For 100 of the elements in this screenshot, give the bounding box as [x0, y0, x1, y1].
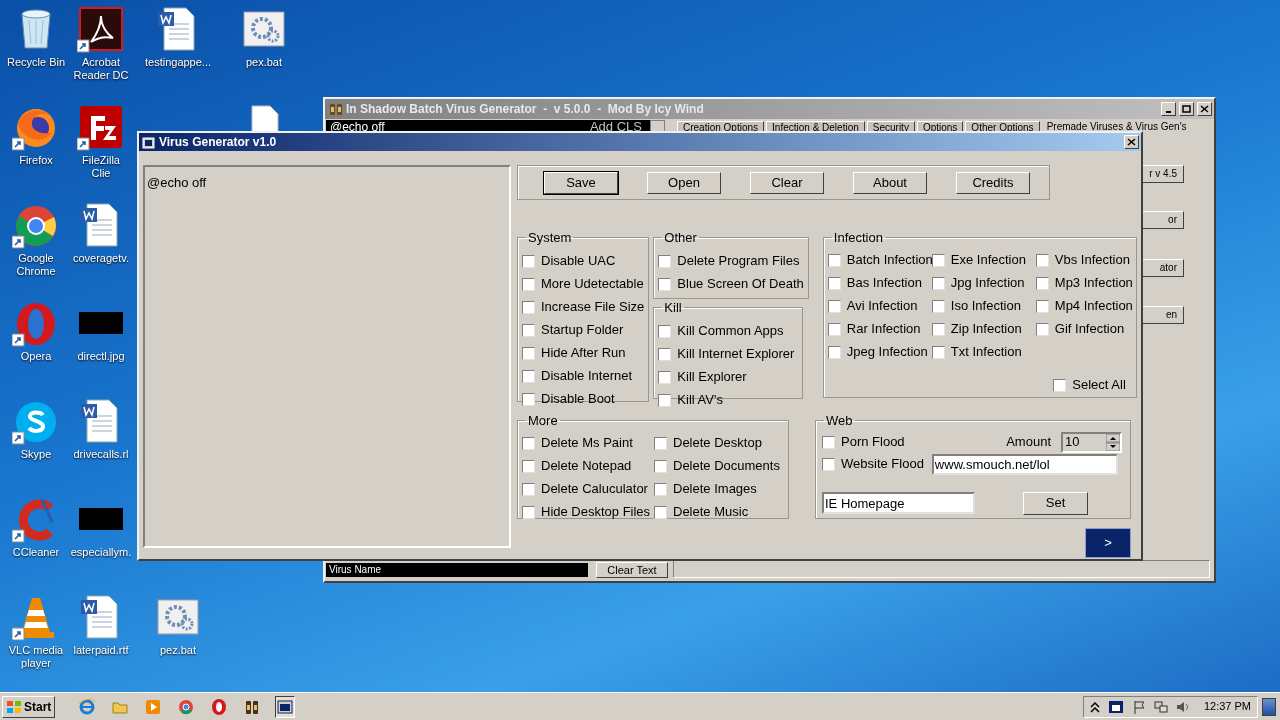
- checkbox[interactable]: [827, 253, 841, 267]
- clear-text-button[interactable]: Clear Text: [596, 562, 668, 578]
- minimize-button[interactable]: [1161, 102, 1176, 116]
- icon-label[interactable]: especiallym.: [70, 546, 132, 559]
- icon-label[interactable]: Acrobat Reader DC: [72, 56, 130, 82]
- checkbox[interactable]: [1035, 253, 1049, 267]
- checkbox[interactable]: [1053, 378, 1067, 392]
- checkbox[interactable]: [1035, 322, 1049, 336]
- checkbox[interactable]: [522, 369, 535, 383]
- checkbox[interactable]: [1035, 276, 1049, 290]
- opera-icon: [210, 697, 229, 716]
- toolbar-button[interactable]: Save: [544, 171, 618, 194]
- checkbox[interactable]: [522, 482, 535, 496]
- option-label: Delete Desktop: [673, 434, 762, 453]
- icon-label[interactable]: directl.jpg: [77, 350, 125, 363]
- option-label: More Udetectable: [541, 275, 644, 294]
- chevron-up-icon[interactable]: [1089, 700, 1100, 713]
- spinner-arrows-icon[interactable]: [1106, 433, 1120, 451]
- checkbox[interactable]: [658, 324, 672, 338]
- window-title: In Shadow Batch Virus Generator - v 5.0.0 - Mod By Icy Wind: [346, 101, 705, 118]
- checkbox[interactable]: [822, 435, 835, 449]
- script-text-area[interactable]: @echo off: [143, 165, 511, 548]
- icon-label[interactable]: Skype: [20, 448, 52, 461]
- checkbox[interactable]: [827, 322, 841, 336]
- checkbox[interactable]: [827, 276, 841, 290]
- icon-label[interactable]: Opera: [20, 350, 52, 363]
- option-label: Avi Infection: [846, 297, 918, 316]
- close-button[interactable]: [1124, 135, 1139, 149]
- icon-label[interactable]: drivecalls.rl: [73, 448, 129, 461]
- checkbox[interactable]: [658, 370, 672, 384]
- checkbox[interactable]: [658, 393, 672, 407]
- icon-label[interactable]: pex.bat: [245, 56, 283, 69]
- checkbox[interactable]: [522, 346, 535, 360]
- filezilla-icon[interactable]: [77, 104, 125, 152]
- speaker-icon[interactable]: [1175, 699, 1190, 714]
- checkbox[interactable]: [658, 254, 672, 268]
- name-field[interactable]: Virus Name: [326, 563, 588, 577]
- group-title: Other: [663, 229, 698, 247]
- icon-label[interactable]: VLC media player: [0, 644, 72, 670]
- checkbox[interactable]: [658, 347, 672, 361]
- checkbox[interactable]: [1035, 299, 1049, 313]
- checkbox[interactable]: [522, 277, 535, 291]
- checkbox[interactable]: [931, 299, 945, 313]
- close-icon: [1200, 105, 1209, 113]
- checkbox[interactable]: [827, 299, 841, 313]
- checkbox[interactable]: [931, 322, 945, 336]
- start-button[interactable]: Start: [2, 695, 56, 718]
- url-field[interactable]: www.smouch.net/lol: [931, 453, 1118, 475]
- homepage-field[interactable]: IE Homepage: [822, 492, 975, 514]
- checkbox[interactable]: [658, 277, 672, 291]
- set-button[interactable]: Set: [1023, 491, 1088, 515]
- checkbox[interactable]: [522, 505, 535, 519]
- checkbox[interactable]: [931, 345, 945, 359]
- taskbar-app-button[interactable]: [275, 695, 296, 718]
- checkbox[interactable]: [822, 457, 835, 471]
- tray-app-icon[interactable]: [1107, 699, 1124, 714]
- checkbox[interactable]: [654, 482, 667, 496]
- flag-icon[interactable]: [1131, 699, 1146, 714]
- amount-spinner[interactable]: 10: [1061, 431, 1122, 453]
- checkbox[interactable]: [522, 254, 535, 268]
- option-label: Batch Infection: [846, 251, 933, 270]
- checkbox[interactable]: [654, 459, 667, 473]
- checkbox[interactable]: [654, 436, 667, 450]
- checkbox[interactable]: [931, 276, 945, 290]
- icon-label[interactable]: Google Chrome: [0, 252, 72, 278]
- icon-label[interactable]: FileZilla Clie: [72, 154, 130, 180]
- close-button[interactable]: [1197, 102, 1212, 116]
- next-button[interactable]: >: [1085, 528, 1131, 558]
- checkbox[interactable]: [522, 323, 535, 337]
- toolbar-button[interactable]: About: [853, 171, 927, 194]
- icon-label[interactable]: Recycle Bin: [6, 56, 66, 69]
- toolbar-button[interactable]: Clear: [750, 171, 824, 194]
- maximize-button[interactable]: [1179, 102, 1194, 116]
- option-label: Select All: [1072, 376, 1126, 395]
- checkbox[interactable]: [522, 392, 535, 406]
- checkbox[interactable]: [522, 300, 535, 314]
- option-label: Kill AV's: [677, 391, 723, 410]
- checkbox[interactable]: [654, 505, 667, 519]
- globe-e-icon: [78, 697, 97, 716]
- icon-label[interactable]: laterpaid.rtf: [73, 644, 129, 657]
- option-label: Delete Music: [673, 503, 749, 522]
- icon-label[interactable]: CCleaner: [12, 546, 60, 559]
- show-desktop-button[interactable]: [1262, 697, 1276, 716]
- checkbox[interactable]: [522, 436, 535, 450]
- icon-label[interactable]: Firefox: [19, 154, 53, 167]
- toolbar-button[interactable]: Credits: [956, 171, 1030, 194]
- maximize-icon: [1182, 105, 1191, 113]
- pdf-reader-icon[interactable]: [77, 6, 125, 54]
- icon-label[interactable]: testingappe...: [144, 56, 212, 69]
- icon-label[interactable]: coveragetv.: [72, 252, 130, 265]
- option-label: Hide After Run: [541, 344, 626, 363]
- checkbox[interactable]: [931, 253, 945, 267]
- toolbar-button[interactable]: Open: [647, 171, 721, 194]
- option-label: Iso Infection: [950, 297, 1021, 316]
- checkbox[interactable]: [522, 459, 535, 473]
- checkbox[interactable]: [827, 345, 841, 359]
- network-icon[interactable]: [1153, 699, 1168, 714]
- option-label: Bas Infection: [846, 274, 922, 293]
- option-label: Mp3 Infection: [1054, 274, 1133, 293]
- amount-label: Amount: [1006, 433, 1051, 452]
